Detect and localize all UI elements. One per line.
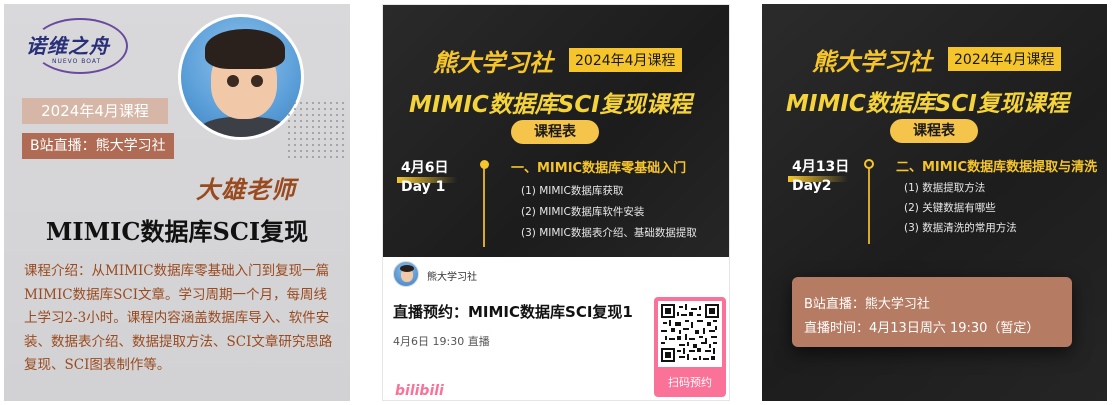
logo-text: 诺维之舟	[26, 34, 110, 58]
nuevo-boat-logo: 诺维之舟 NUEVO BOAT	[22, 16, 132, 76]
month-badge: 2024年4月课程	[948, 47, 1061, 71]
syllabus-item: (3) MIMIC数据表介绍、基础数据提取	[521, 227, 697, 239]
session-date: 4月13日	[792, 159, 850, 175]
schedule-pill: 课程表	[511, 120, 599, 144]
course-title: MIMIC数据库SCI复现课程	[409, 92, 692, 118]
poster-title: MIMIC数据库SCI复现	[45, 217, 309, 246]
month-badge: 2024年4月课程	[569, 48, 682, 72]
dot-pattern-decoration	[286, 100, 346, 160]
syllabus-item: (1) MIMIC数据库获取	[521, 185, 624, 197]
timeline-ring-icon	[864, 159, 874, 169]
timeline-line	[483, 165, 485, 247]
live-schedule-time: 直播时间：4月13日周六 19:30（暂定）	[804, 321, 1040, 336]
course-month-tag: 2024年4月课程	[22, 98, 168, 124]
course-schedule-day2[interactable]: 熊大学习社 2024年4月课程 MIMIC数据库SCI复现课程 课程表 4月13…	[762, 4, 1107, 401]
section-title: 一、MIMIC数据库零基础入门	[511, 161, 687, 176]
club-name: 熊大学习社	[812, 47, 932, 76]
qr-code-icon	[658, 301, 722, 367]
live-channel: B站直播：熊大学习社	[804, 297, 930, 312]
club-name: 熊大学习社	[433, 48, 553, 77]
syllabus-item: (2) 关键数据有哪些	[904, 202, 996, 214]
course-poster-intro[interactable]: 诺维之舟 NUEVO BOAT 2024年4月课程 B站直播：熊大学习社 大雄老…	[4, 4, 350, 401]
timeline-line	[868, 166, 870, 244]
syllabus-item: (3) 数据清洗的常用方法	[904, 222, 1017, 234]
syllabus-item: (1) 数据提取方法	[904, 182, 986, 194]
bili-live-tag: B站直播：熊大学习社	[22, 133, 174, 159]
live-info-box: B站直播：熊大学习社 直播时间：4月13日周六 19:30（暂定）	[792, 277, 1072, 347]
timeline-dot-icon	[480, 160, 489, 169]
session-day: Day2	[792, 178, 832, 194]
schedule-banner: 熊大学习社 2024年4月课程 MIMIC数据库SCI复现课程 课程表 4月6日…	[383, 5, 729, 257]
session-day: Day 1	[401, 179, 446, 195]
uploader-avatar[interactable]	[393, 261, 419, 287]
section-title: 二、MIMIC数据库数据提取与清洗	[896, 160, 1098, 175]
course-intro-text: 课程介绍：从MIMIC数据库零基础入门到复现一篇MIMIC数据库SCI文章。学习…	[24, 263, 333, 373]
schedule-pill: 课程表	[890, 119, 978, 143]
teacher-signature: 大雄老师	[196, 175, 296, 204]
qr-booking-button[interactable]: 扫码预约	[654, 297, 726, 397]
live-time: 4月6日 19:30 直播	[393, 335, 490, 348]
logo-subtext: NUEVO BOAT	[52, 58, 102, 65]
syllabus-item: (2) MIMIC数据库软件安装	[521, 206, 645, 218]
bilibili-logo: bilibili	[395, 383, 444, 399]
course-title: MIMIC数据库SCI复现课程	[786, 91, 1069, 117]
live-title[interactable]: 直播预约：MIMIC数据库SCI复现1	[393, 301, 633, 322]
session-date: 4月6日	[401, 160, 449, 176]
uploader-name[interactable]: 熊大学习社	[427, 268, 477, 283]
live-booking-card[interactable]: 熊大学习社 2024年4月课程 MIMIC数据库SCI复现课程 课程表 4月6日…	[382, 4, 730, 401]
qr-booking-label: 扫码预约	[668, 376, 712, 389]
